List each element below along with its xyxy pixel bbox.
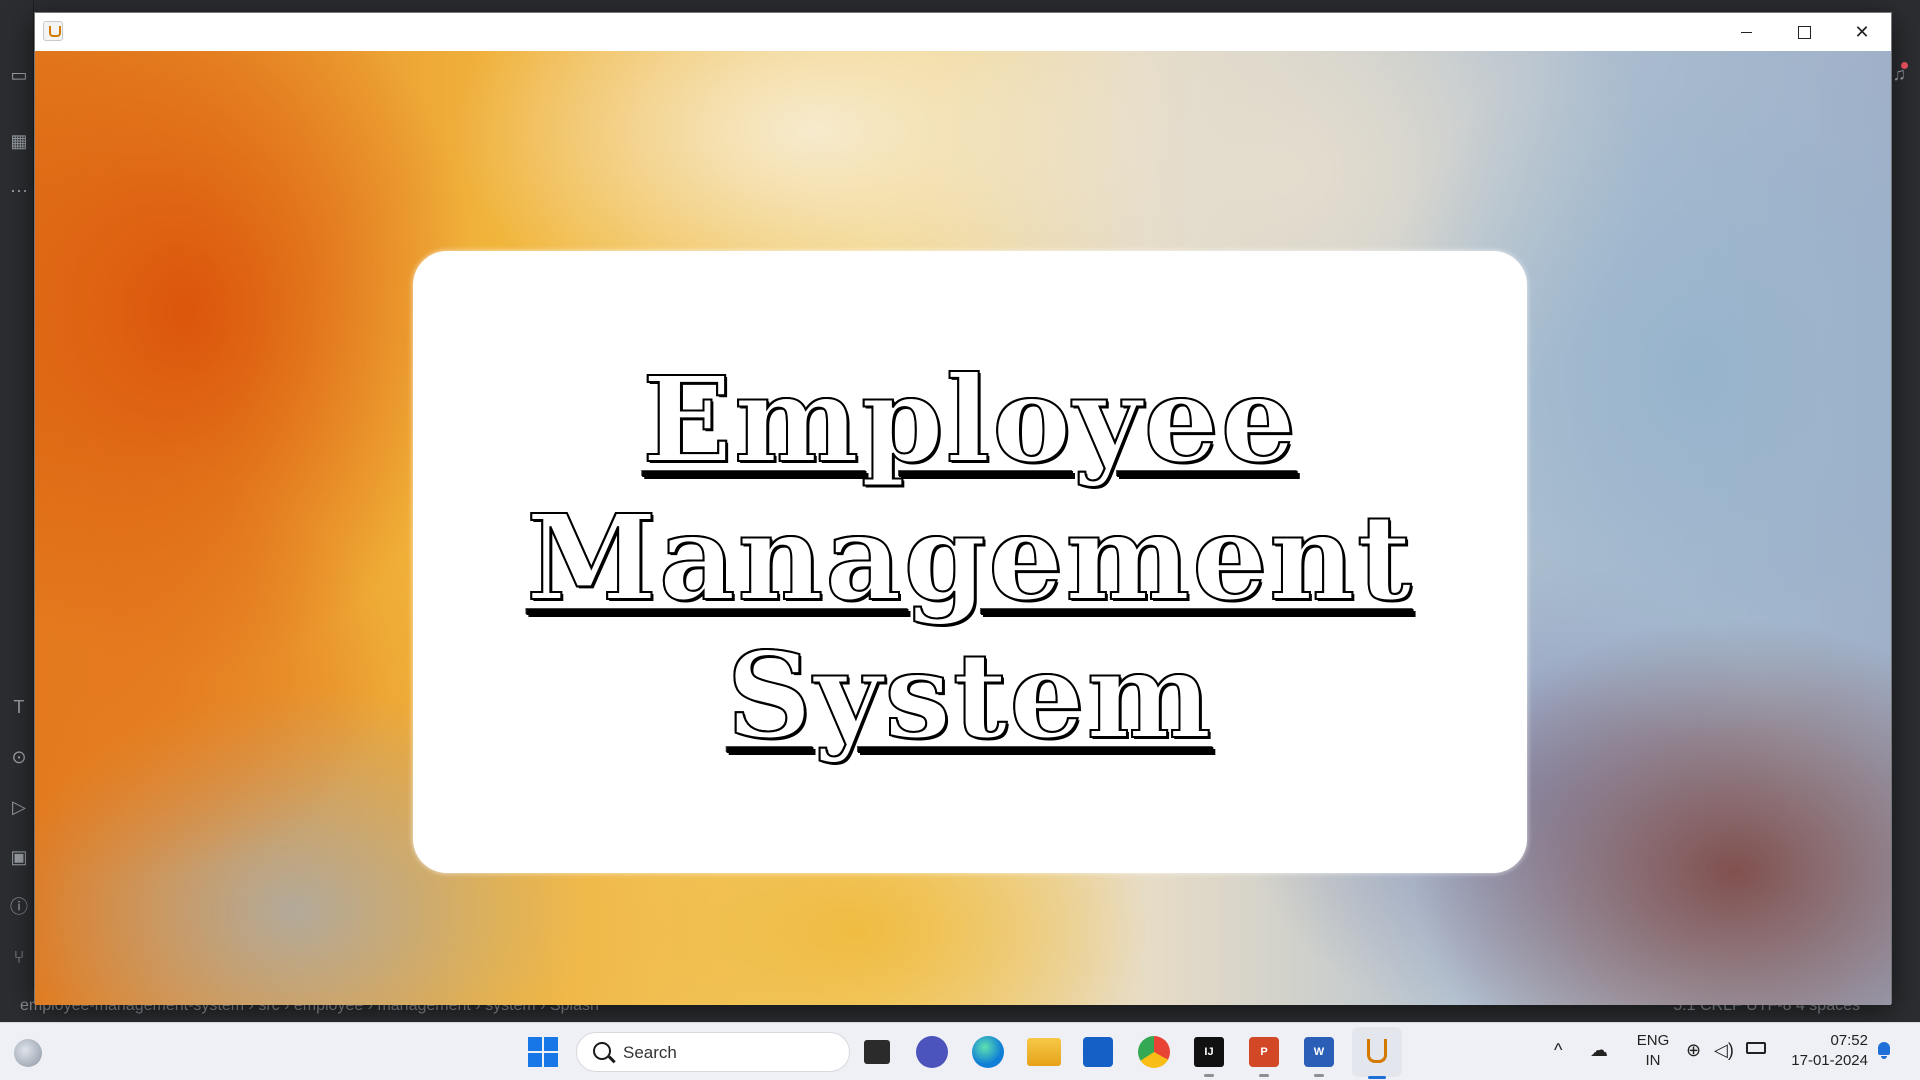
terminal-icon[interactable]: ▣ — [8, 846, 30, 868]
time: 07:52 — [1830, 1032, 1868, 1049]
network-icon[interactable]: ⊕ — [1686, 1040, 1701, 1061]
search-label: Search — [623, 1043, 677, 1062]
windows-logo-icon — [528, 1037, 542, 1051]
word-icon[interactable]: W — [1304, 1037, 1334, 1077]
run-icon[interactable]: ▷ — [8, 796, 30, 818]
title-line-3: System — [726, 626, 1214, 766]
task-view-icon[interactable] — [864, 1040, 890, 1064]
structure-icon[interactable]: ▦ — [8, 130, 30, 152]
minimize-button[interactable] — [1717, 13, 1775, 51]
clock[interactable]: 07:52 17-01-2024 — [1778, 1031, 1868, 1071]
intellij-taskbar-icon[interactable]: IJ — [1194, 1037, 1224, 1077]
notification-dot — [1901, 62, 1908, 69]
start-button[interactable] — [528, 1037, 560, 1069]
date: 17-01-2024 — [1791, 1052, 1868, 1069]
edge-icon[interactable] — [972, 1036, 1004, 1068]
more-tools-icon[interactable]: ⋯ — [8, 180, 30, 202]
window-titlebar[interactable]: ✕ — [35, 13, 1891, 51]
taskbar-search[interactable]: Search — [576, 1032, 850, 1072]
services-icon[interactable]: ⊙ — [8, 746, 30, 768]
chrome-icon[interactable] — [1138, 1036, 1170, 1068]
store-icon[interactable] — [1083, 1037, 1113, 1067]
weather-icon[interactable] — [14, 1039, 42, 1067]
java-taskbar-icon[interactable] — [1352, 1027, 1402, 1079]
notification-bell-icon[interactable] — [1876, 1040, 1892, 1060]
show-hidden-icons-icon[interactable]: ^ — [1554, 1040, 1562, 1061]
splash-background: Employee Management System — [35, 51, 1891, 1005]
splash-title: Employee Management System — [413, 350, 1527, 766]
battery-icon[interactable] — [1746, 1042, 1766, 1054]
maximize-button[interactable] — [1775, 13, 1833, 51]
java-app-icon — [43, 21, 63, 41]
project-folder-icon[interactable]: ▭ — [8, 64, 30, 86]
taskbar: Search IJ P W ^ ☁ ENG IN ⊕ ◁) 07:52 17-0… — [0, 1022, 1920, 1080]
file-explorer-icon[interactable] — [1027, 1038, 1061, 1066]
git-icon[interactable]: ⑂ — [8, 946, 30, 968]
onedrive-icon[interactable]: ☁ — [1590, 1040, 1608, 1061]
meet-icon[interactable] — [916, 1036, 948, 1068]
text-tool-icon[interactable]: T — [8, 696, 30, 718]
search-icon — [593, 1042, 611, 1060]
title-card: Employee Management System — [413, 251, 1527, 873]
splash-window: ✕ Employee Management System — [34, 12, 1892, 1005]
language-indicator[interactable]: ENG IN — [1630, 1031, 1676, 1071]
title-line-1: Employee — [641, 350, 1298, 490]
problems-icon[interactable]: ⓘ — [8, 896, 30, 918]
volume-icon[interactable]: ◁) — [1714, 1040, 1734, 1061]
ide-tool-strip: ▭ ▦ ⋯ T ⊙ ▷ ▣ ⓘ ⑂ — [0, 0, 34, 990]
title-line-2: Management — [525, 488, 1414, 628]
close-button[interactable]: ✕ — [1833, 13, 1891, 51]
powerpoint-icon[interactable]: P — [1249, 1037, 1279, 1077]
